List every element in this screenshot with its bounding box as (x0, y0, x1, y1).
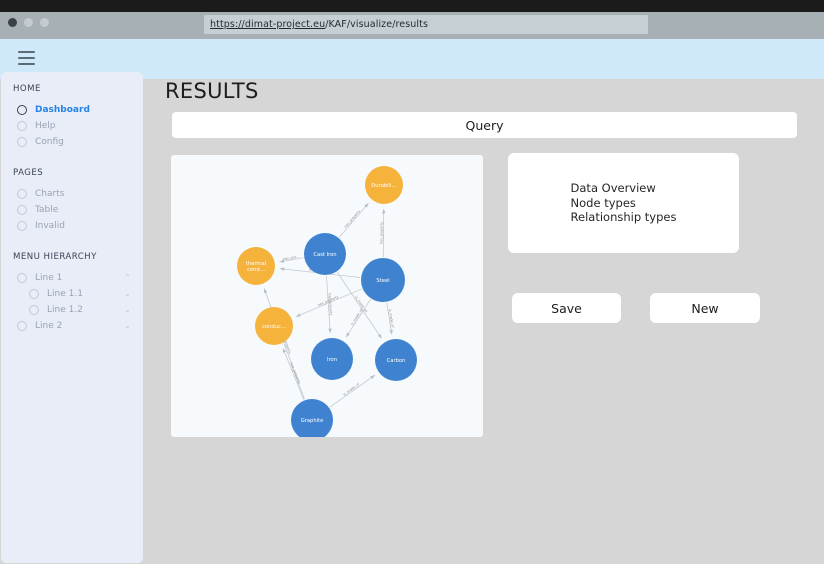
graph-node[interactable]: Carbon (375, 339, 417, 381)
save-button[interactable]: Save (512, 293, 621, 323)
graph-node[interactable]: conduc… (255, 307, 293, 345)
graph-node[interactable]: thermal cond… (237, 247, 275, 285)
overview-line-3: Relationship types (570, 210, 677, 225)
sidebar-item-label: Config (35, 137, 64, 147)
graph-svg[interactable]: has_propertyhas_propertyhas_pro…has_prop… (171, 155, 483, 437)
overview-line-2: Node types (570, 195, 636, 210)
graph-node-label: Graphite (301, 418, 324, 424)
sidebar-item-line-1-2[interactable]: Line 1.2 ⌄ (1, 302, 143, 318)
url-path: /KAF/visualize/results (325, 19, 429, 30)
radio-icon (17, 121, 27, 131)
sidebar-item-invalid[interactable]: Invalid (1, 218, 143, 234)
maximize-dot[interactable] (40, 18, 49, 27)
sidebar-item-dashboard[interactable]: Dashboard (1, 102, 143, 118)
graph-node-label: Iron (327, 357, 337, 363)
graph-node[interactable]: Cast Iron (304, 233, 346, 275)
sidebar-item-label: Line 1.2 (47, 305, 83, 315)
radio-icon (17, 321, 27, 331)
window-controls[interactable] (8, 18, 49, 27)
sidebar-item-table[interactable]: Table (1, 202, 143, 218)
graph-edge-label: has_property (289, 362, 301, 384)
radio-icon (17, 205, 27, 215)
graph-node-label: conduc… (262, 324, 286, 330)
graph-node[interactable]: Graphite (291, 399, 333, 437)
hamburger-icon[interactable] (18, 51, 35, 65)
sidebar-item-label: Line 1.1 (47, 289, 83, 299)
url-host: https://dimat-project.eu (210, 19, 326, 30)
graph-edge-label: has_property (379, 222, 383, 244)
graph-node-label: Steel (376, 278, 389, 284)
graph-edge-label: has_property (344, 209, 361, 228)
sidebar-item-label: Dashboard (35, 105, 90, 115)
sidebar-item-help[interactable]: Help (1, 118, 143, 134)
address-bar[interactable]: https://dimat-project.eu/KAF/visualize/r… (204, 15, 648, 34)
chevron-down-icon[interactable]: ⌄ (124, 306, 131, 314)
close-dot[interactable] (8, 18, 17, 27)
main-content: RESULTS Query has_property has_property ha… (143, 79, 824, 564)
graph-node[interactable]: Durabili… (365, 166, 403, 204)
chevron-up-icon[interactable]: ⌃ (124, 274, 131, 282)
sidebar-item-label: Invalid (35, 221, 65, 231)
sidebar-section-title: MENU HIERARCHY (13, 252, 97, 262)
radio-icon (17, 221, 27, 231)
sidebar: HOME Dashboard Help Config PAGES Charts (1, 72, 143, 563)
browser-window: https://dimat-project.eu/KAF/visualize/r… (0, 0, 824, 564)
sidebar-group-menu-hierarchy: MENU HIERARCHY Line 1 ⌃ Line 1.1 ⌄ Line … (1, 252, 143, 334)
sidebar-item-label: Line 2 (35, 321, 63, 331)
sidebar-item-label: Help (35, 121, 56, 131)
radio-icon (17, 105, 27, 115)
sidebar-item-line-2[interactable]: Line 2 ⌄ (1, 318, 143, 334)
graph-visualization[interactable]: has_property has_property has_pro… has_prop… (171, 155, 483, 437)
sidebar-item-config[interactable]: Config (1, 134, 143, 150)
sidebar-group-home: HOME Dashboard Help Config (1, 84, 143, 150)
radio-icon (29, 305, 39, 315)
graph-node[interactable]: Steel (361, 258, 405, 302)
sidebar-item-label: Charts (35, 189, 65, 199)
radio-icon (17, 137, 27, 147)
radio-icon (29, 289, 39, 299)
graph-node-label: thermal cond… (246, 261, 266, 273)
graph-node-label: Cast Iron (313, 252, 336, 258)
graph-node[interactable]: Iron (311, 338, 353, 380)
query-label: Query (465, 117, 504, 133)
url-text: https://dimat-project.eu/KAF/visualize/r… (210, 19, 428, 30)
chevron-down-icon[interactable]: ⌄ (124, 322, 131, 330)
graph-node-label: Durabili… (371, 183, 396, 189)
sidebar-section-title: PAGES (13, 168, 44, 178)
radio-icon (17, 189, 27, 199)
page-title: RESULTS (165, 79, 259, 103)
graph-edge-label: is_made_of (342, 382, 360, 397)
chevron-down-icon[interactable]: ⌄ (124, 290, 131, 298)
sidebar-section-title: HOME (13, 84, 41, 94)
graph-node-label: Carbon (387, 358, 406, 364)
radio-icon (17, 273, 27, 283)
query-bar[interactable]: Query (172, 112, 797, 138)
new-button[interactable]: New (650, 293, 760, 323)
minimize-dot[interactable] (24, 18, 33, 27)
overview-line-1: Data Overview (570, 181, 656, 196)
sidebar-group-pages: PAGES Charts Table Invalid (1, 168, 143, 234)
sidebar-item-label: Table (35, 205, 59, 215)
graph-edge-label: has_property (328, 293, 333, 315)
data-overview-panel: Data Overview Node types Relationship ty… (508, 153, 739, 253)
sidebar-item-line-1-1[interactable]: Line 1.1 ⌄ (1, 286, 143, 302)
sidebar-item-line-1[interactable]: Line 1 ⌃ (1, 270, 143, 286)
sidebar-item-label: Line 1 (35, 273, 63, 283)
graph-edge-label: is_made_of (350, 307, 364, 326)
titlebar (0, 0, 824, 12)
sidebar-item-charts[interactable]: Charts (1, 186, 143, 202)
graph-edge-label: is_made_of (388, 309, 395, 329)
